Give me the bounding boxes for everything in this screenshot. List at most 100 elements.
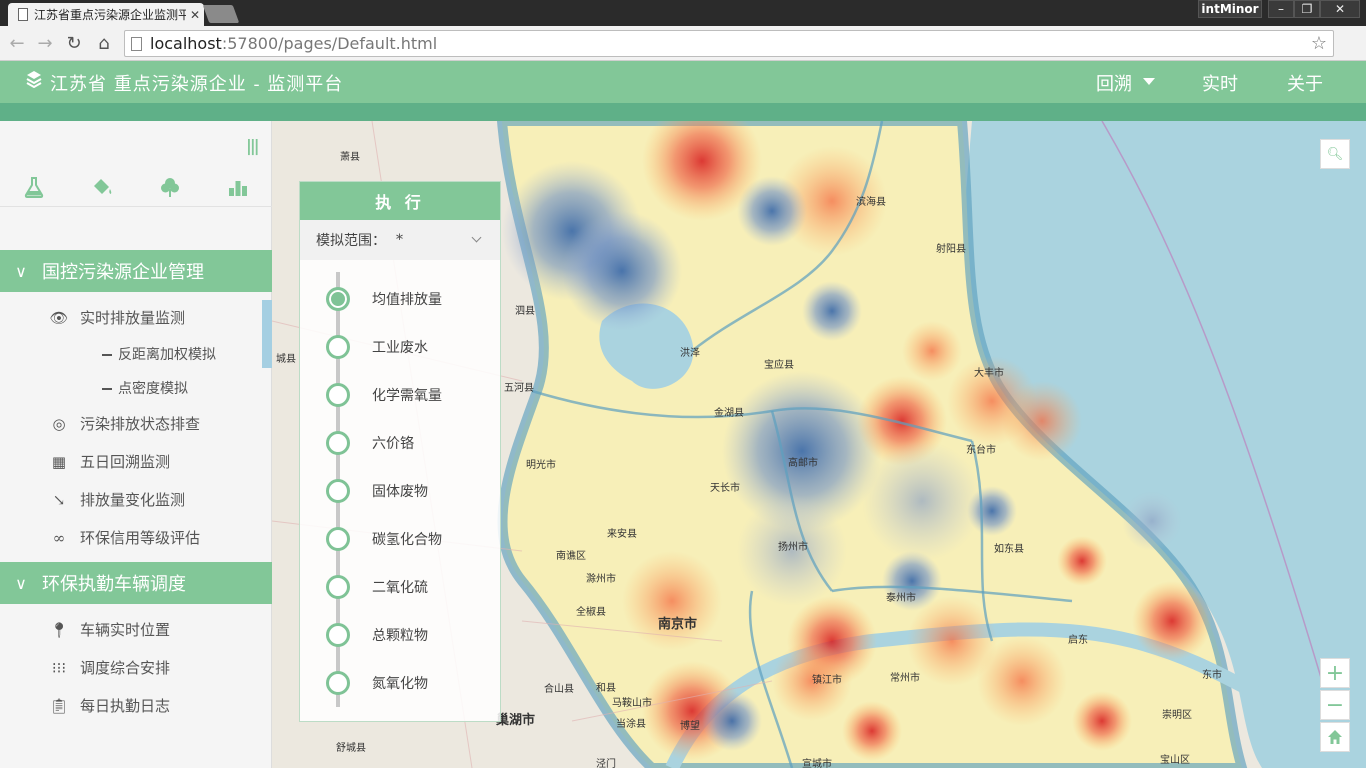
map-label: 明光市 [526, 460, 556, 471]
sidebar-item-label: 五日回溯监测 [80, 453, 171, 471]
step-option[interactable]: 固体废物 [326, 479, 496, 503]
map-label: 南京市 [658, 617, 698, 632]
section-title: 国控污染源企业管理 [42, 262, 204, 283]
step-label: 氮氧化物 [372, 676, 428, 692]
sidebar-item-realtime-emission[interactable]: 👁︎ 实时排放量监测 [46, 307, 185, 328]
map-label: 如东县 [994, 544, 1024, 555]
map-label: 合山县 [544, 684, 574, 695]
flask-icon[interactable] [23, 176, 45, 198]
close-window-button[interactable]: ✕ [1320, 0, 1360, 18]
sidebar-item-label: 环保信用等级评估 [80, 529, 201, 547]
bar-chart-icon[interactable] [227, 176, 249, 198]
radio-dot[interactable] [326, 623, 350, 647]
map-label: 城县 [276, 354, 296, 365]
sidebar-item-label: 调度综合安排 [80, 659, 171, 677]
chevron-down-icon[interactable] [1143, 78, 1155, 85]
sidebar-toggle-icon[interactable]: ||| [246, 136, 259, 155]
paint-bucket-icon[interactable] [91, 176, 113, 198]
home-icon[interactable]: ⌂ [93, 32, 115, 54]
sidebar-item-label: 每日执勤日志 [80, 697, 171, 715]
forward-arrow-icon[interactable]: → [34, 32, 56, 54]
radio-dot[interactable] [326, 527, 350, 551]
search-icon: 🔍︎ [1326, 146, 1344, 162]
map-label: 五河县 [504, 383, 534, 394]
map-label: 南谯区 [556, 551, 586, 562]
section-vehicle-dispatch[interactable]: ∨ 环保执勤车辆调度 [0, 562, 272, 604]
step-label: 工业废水 [372, 340, 428, 356]
step-label: 六价铬 [372, 436, 414, 452]
nav-realtime-link[interactable]: 实时 [1202, 70, 1238, 96]
map-label: 东市 [1202, 670, 1222, 681]
map-label: 滁州市 [586, 574, 616, 585]
map-label: 金湖县 [714, 408, 744, 419]
minimize-button[interactable]: – [1268, 0, 1294, 18]
map-label: 巢湖市 [496, 713, 536, 728]
map-label: 洪泽 [680, 348, 700, 359]
target-icon: ◎ [52, 414, 66, 433]
step-option[interactable]: 均值排放量 [326, 287, 496, 311]
chevron-down-icon [471, 232, 482, 243]
nav-backtrack-menu[interactable]: 回溯 [1096, 70, 1132, 96]
map-search-button[interactable]: 🔍︎ [1320, 139, 1350, 169]
zoom-in-button[interactable]: + [1320, 658, 1350, 688]
new-tab-button[interactable] [202, 5, 240, 23]
range-label: 模拟范围： [316, 233, 386, 249]
step-option[interactable]: 工业废水 [326, 335, 496, 359]
sidebar-item-duty-log[interactable]: 📋︎ 每日执勤日志 [46, 695, 170, 716]
sidebar-subitem-point-density[interactable]: 点密度模拟 [102, 378, 188, 398]
section-pollution-management[interactable]: ∨ 国控污染源企业管理 [0, 250, 272, 292]
radio-dot[interactable] [326, 335, 350, 359]
map-label: 马鞍山市 [612, 698, 652, 709]
step-option[interactable]: 六价铬 [326, 431, 496, 455]
sidebar-item-credit-rating[interactable]: ∞ 环保信用等级评估 [46, 527, 200, 548]
sidebar-item-label: 排放量变化监测 [80, 491, 186, 509]
sidebar-subitem-idw[interactable]: 反距离加权模拟 [102, 344, 216, 364]
sidebar-scroll-indicator[interactable] [262, 300, 272, 368]
tab-close-icon[interactable]: ✕ [186, 8, 204, 22]
execute-button[interactable]: 执 行 [300, 182, 500, 220]
radio-dot[interactable] [326, 671, 350, 695]
sidebar-item-dispatch-plan[interactable]: ⁝⁝⁝ 调度综合安排 [46, 657, 170, 678]
step-option[interactable]: 总颗粒物 [326, 623, 496, 647]
sidebar-item-status-check[interactable]: ◎ 污染排放状态排查 [46, 413, 200, 434]
map-label: 滨海县 [856, 197, 886, 208]
infinity-icon: ∞ [52, 528, 66, 547]
radio-dot[interactable] [326, 575, 350, 599]
clipboard-icon: 📋︎ [49, 696, 69, 715]
app-title: 江苏省 重点污染源企业 - 监测平台 [50, 74, 344, 95]
dash-icon [102, 388, 112, 390]
step-label: 总颗粒物 [372, 628, 428, 644]
chevron-down-icon: ∨ [15, 573, 27, 593]
maximize-button[interactable]: ❐ [1294, 0, 1320, 18]
sidebar-item-vehicle-location[interactable]: 📍︎ 车辆实时位置 [46, 619, 170, 640]
reload-icon[interactable]: ↻ [63, 32, 85, 54]
step-option[interactable]: 碳氢化合物 [326, 527, 496, 551]
sidebar-item-label: 车辆实时位置 [80, 621, 171, 639]
step-option[interactable]: 化学需氧量 [326, 383, 496, 407]
radio-dot[interactable] [326, 287, 350, 311]
radio-dot[interactable] [326, 383, 350, 407]
step-option[interactable]: 氮氧化物 [326, 671, 496, 695]
bookmark-star-icon[interactable]: ☆ [1311, 33, 1327, 54]
map-label: 宝山区 [1160, 755, 1190, 766]
zoom-out-button[interactable]: − [1320, 690, 1350, 720]
address-bar[interactable]: localhost:57800/pages/Default.html ☆ [124, 30, 1334, 57]
map-label: 射阳县 [936, 244, 966, 255]
nav-about-link[interactable]: 关于 [1287, 70, 1323, 96]
sidebar-item-five-day[interactable]: ▦ 五日回溯监测 [46, 451, 170, 472]
tree-icon[interactable] [159, 176, 181, 198]
sidebar-item-emission-change[interactable]: ↘ 排放量变化监测 [46, 489, 185, 510]
map-label: 崇明区 [1162, 710, 1192, 721]
profile-button[interactable]: intMinor [1198, 0, 1262, 18]
back-arrow-icon[interactable]: ← [6, 32, 28, 54]
map-label: 来安县 [607, 529, 637, 540]
url-path: :57800/pages/Default.html [221, 34, 438, 53]
map-label: 扬州市 [778, 542, 808, 553]
range-select[interactable]: 模拟范围： * [300, 220, 500, 260]
radio-dot[interactable] [326, 431, 350, 455]
map-home-button[interactable] [1320, 722, 1350, 752]
browser-tab[interactable]: 江苏省重点污染源企业监测平台 ✕ [8, 3, 204, 26]
step-option[interactable]: 二氧化硫 [326, 575, 496, 599]
step-label: 化学需氧量 [372, 388, 442, 404]
radio-dot[interactable] [326, 479, 350, 503]
